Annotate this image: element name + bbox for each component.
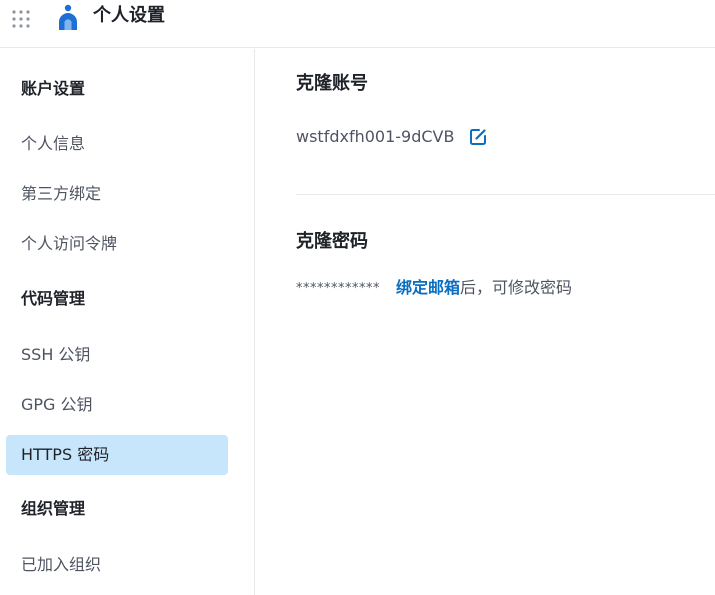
sidebar-item-profile[interactable]: 个人信息	[6, 124, 228, 164]
masked-password: ************	[296, 281, 380, 296]
edit-icon[interactable]	[468, 127, 488, 147]
clone-account-value: wstfdxfh001-9dCVB	[296, 127, 455, 146]
sidebar-item-access-token[interactable]: 个人访问令牌	[6, 224, 228, 264]
sidebar-group-code: 代码管理	[21, 289, 86, 308]
sidebar-group-account: 账户设置	[21, 79, 86, 98]
settings-sidebar: 账户设置 个人信息 第三方绑定 个人访问令牌 代码管理 SSH 公钥 GPG 公…	[0, 49, 255, 595]
clone-account-title: 克隆账号	[296, 73, 368, 94]
sidebar-item-third-party-binding[interactable]: 第三方绑定	[6, 174, 228, 214]
sidebar-item-joined-orgs[interactable]: 已加入组织	[6, 545, 228, 585]
bind-email-link[interactable]: 绑定邮箱	[396, 278, 460, 297]
top-header: 个人设置	[0, 0, 715, 48]
grid-apps-icon[interactable]	[10, 8, 32, 30]
password-hint: 绑定邮箱后，可修改密码	[396, 277, 572, 299]
sidebar-item-gpg-key[interactable]: GPG 公钥	[6, 385, 228, 425]
sidebar-group-organization: 组织管理	[21, 499, 86, 518]
password-hint-suffix: 后，可修改密码	[460, 278, 573, 297]
person-logo-icon	[59, 4, 77, 30]
page-title: 个人设置	[93, 5, 165, 26]
sidebar-item-https-password[interactable]: HTTPS 密码	[6, 435, 228, 475]
main-content: 克隆账号 wstfdxfh001-9dCVB 克隆密码 ************…	[256, 49, 715, 595]
sidebar-item-ssh-key[interactable]: SSH 公钥	[6, 335, 228, 375]
clone-password-title: 克隆密码	[296, 231, 368, 252]
section-divider	[296, 194, 715, 195]
